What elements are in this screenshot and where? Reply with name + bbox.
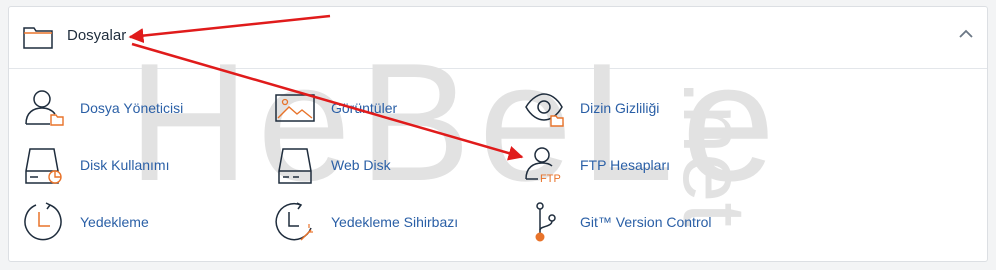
- disk-usage-link[interactable]: Disk Kullanımı: [24, 145, 224, 185]
- chevron-up-icon[interactable]: [959, 29, 973, 39]
- directory-privacy-label: Dizin Gizliliği: [580, 100, 660, 116]
- file-manager-icon: [25, 90, 64, 126]
- web-disk-link[interactable]: Web Disk: [275, 145, 475, 185]
- git-icon: [535, 202, 556, 242]
- ftp-accounts-icon: FTP: [525, 147, 561, 185]
- file-manager-label: Dosya Yöneticisi: [80, 100, 184, 116]
- backup-wizard-link[interactable]: Yedekleme Sihirbazı: [275, 202, 495, 242]
- images-icon: [275, 94, 315, 122]
- backup-link[interactable]: Yedekleme: [24, 202, 224, 242]
- section-title: Dosyalar: [67, 27, 127, 44]
- file-manager-link[interactable]: Dosya Yöneticisi: [24, 88, 224, 128]
- disk-usage-icon: [25, 148, 62, 184]
- ftp-badge: FTP: [540, 173, 561, 185]
- backup-wizard-label: Yedekleme Sihirbazı: [331, 214, 459, 230]
- web-disk-label: Web Disk: [331, 157, 391, 173]
- images-link[interactable]: Görüntüler: [275, 88, 475, 128]
- folder-icon: [23, 27, 53, 49]
- images-label: Görüntüler: [331, 100, 398, 116]
- ftp-accounts-label: FTP Hesapları: [580, 157, 670, 173]
- backup-label: Yedekleme: [80, 214, 149, 230]
- git-version-control-link[interactable]: Git™ Version Control: [524, 202, 744, 242]
- directory-privacy-icon: [525, 93, 564, 127]
- ftp-accounts-link[interactable]: FTP FTP Hesapları: [524, 145, 724, 185]
- backup-icon: [24, 202, 62, 241]
- disk-usage-label: Disk Kullanımı: [80, 157, 170, 173]
- directory-privacy-link[interactable]: Dizin Gizliliği: [524, 88, 724, 128]
- panel-header[interactable]: Dosyalar: [9, 7, 987, 69]
- git-version-control-label: Git™ Version Control: [580, 214, 712, 230]
- web-disk-icon: [278, 148, 312, 184]
- backup-wizard-icon: [275, 202, 313, 241]
